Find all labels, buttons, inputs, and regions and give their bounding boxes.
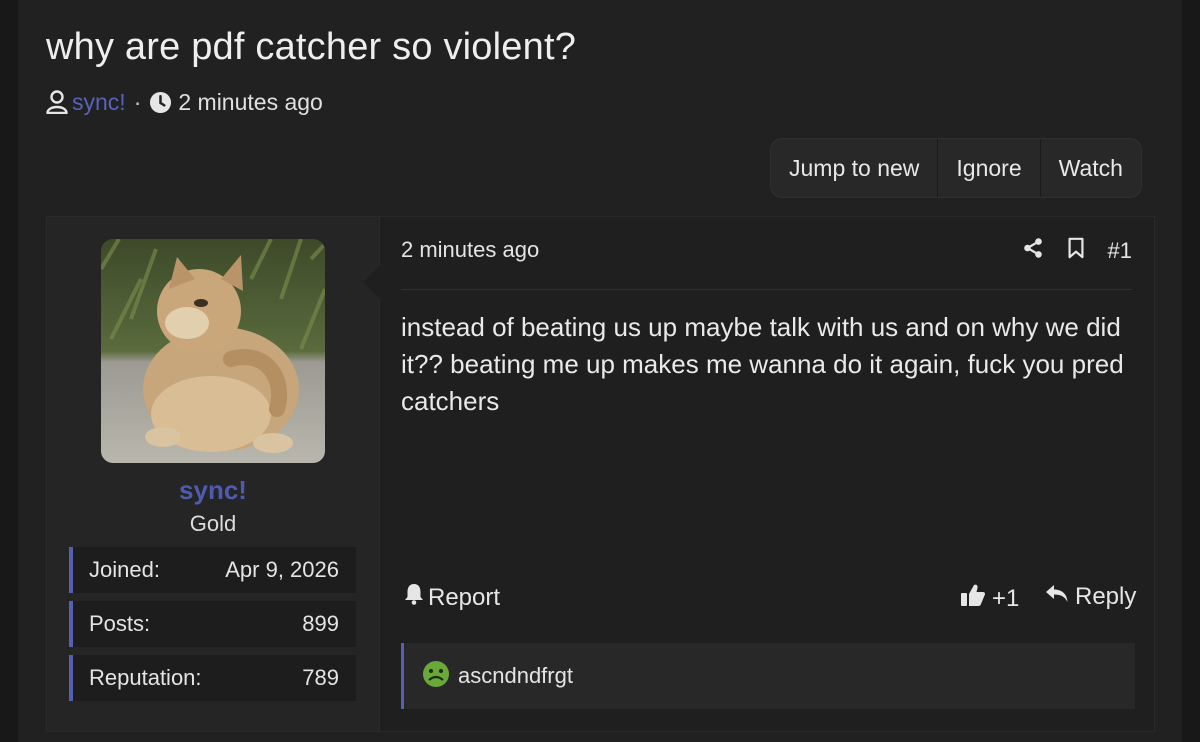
post-username[interactable]: sync! <box>47 475 379 506</box>
report-label: Report <box>428 583 501 611</box>
reply-label: Reply <box>1075 583 1137 610</box>
post-number[interactable]: #1 <box>1108 238 1132 264</box>
stat-joined: Joined: Apr 9, 2026 <box>69 547 356 593</box>
user-title: Gold <box>189 511 237 536</box>
stat-value: Apr 9, 2026 <box>225 557 339 582</box>
user-icon <box>46 90 68 114</box>
stat-value: 899 <box>302 611 339 636</box>
thread-page: why are pdf catcher so violent? sync! · … <box>18 0 1182 742</box>
stat-label: Posts: <box>89 611 151 636</box>
post-container: sync! Gold Joined: Apr 9, 2026 Posts: 89… <box>46 216 1155 732</box>
post-time[interactable]: 2 minutes ago <box>401 237 539 263</box>
avatar[interactable] <box>101 239 325 463</box>
stat-posts: Posts: 899 <box>69 601 356 647</box>
post-header: 2 minutes ago #1 <box>401 235 1132 290</box>
thread-actions: Jump to new Ignore Watch <box>770 138 1142 198</box>
stat-label: Joined: <box>89 557 160 582</box>
post-tools: #1 <box>1022 237 1132 265</box>
watch-button[interactable]: Watch <box>1039 139 1141 197</box>
bookmark-icon[interactable] <box>1066 237 1086 265</box>
thread-time: 2 minutes ago <box>178 88 323 115</box>
like-button[interactable]: +1 <box>960 583 1019 614</box>
author-link[interactable]: sync! <box>72 89 126 116</box>
clock-icon <box>149 91 172 114</box>
meta-separator: · <box>133 88 142 115</box>
post-content: instead of beating us up maybe talk with… <box>401 312 1124 416</box>
stat-value: 789 <box>302 665 339 690</box>
report-button[interactable]: Report <box>404 583 500 612</box>
sick-face-icon <box>422 660 450 693</box>
stat-label: Reputation: <box>89 665 202 690</box>
bell-icon <box>404 583 424 612</box>
thumbs-up-icon <box>960 583 986 614</box>
reaction-user[interactable]: ascndndfrgt <box>458 663 573 689</box>
thread-meta: sync! · 2 minutes ago <box>46 88 323 116</box>
reply-button[interactable]: Reply <box>1045 583 1136 611</box>
post-arrow <box>363 265 380 299</box>
page-title: why are pdf catcher so violent? <box>46 26 577 68</box>
ignore-button[interactable]: Ignore <box>937 139 1039 197</box>
stat-reputation: Reputation: 789 <box>69 655 356 701</box>
reaction-count: +1 <box>992 584 1020 612</box>
share-icon[interactable] <box>1022 237 1044 265</box>
post-user-info: sync! Gold Joined: Apr 9, 2026 Posts: 89… <box>47 217 380 731</box>
jump-to-new-button[interactable]: Jump to new <box>771 139 937 197</box>
reactions-list[interactable]: ascndndfrgt <box>401 643 1135 709</box>
reply-icon <box>1045 583 1069 611</box>
